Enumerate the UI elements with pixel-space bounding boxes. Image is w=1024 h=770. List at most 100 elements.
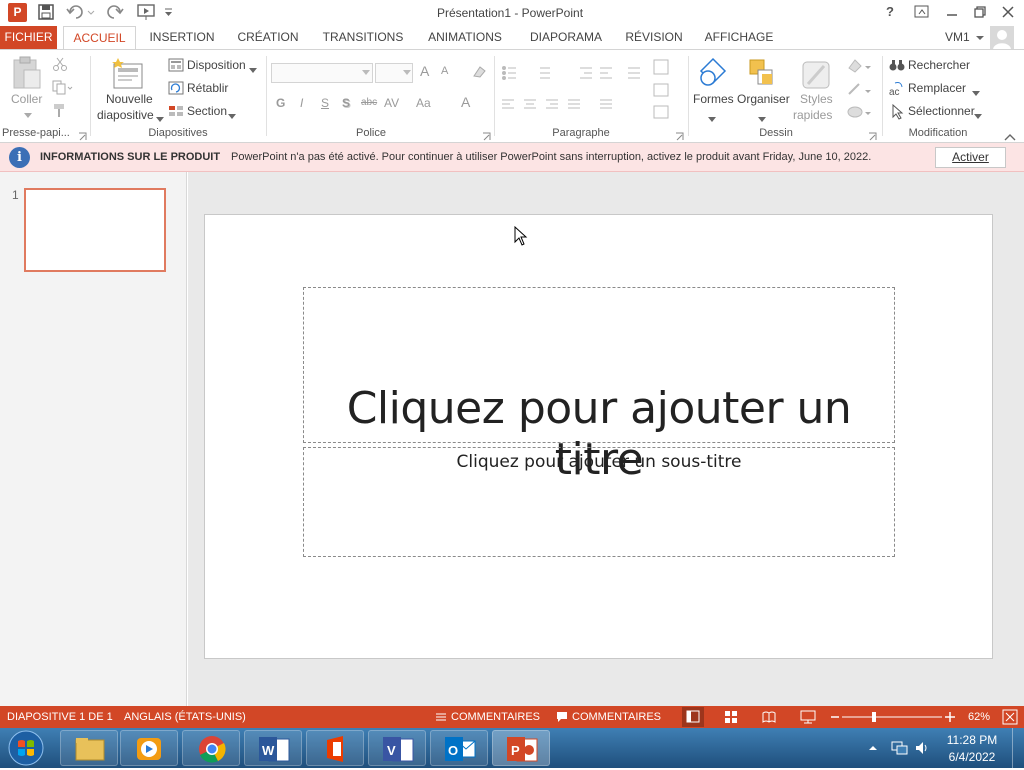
zoom-level[interactable]: 62% (968, 711, 990, 723)
explorer-taskbar-icon[interactable] (60, 730, 118, 766)
text-direction-icons[interactable] (652, 58, 676, 124)
tab-transitions[interactable]: TRANSITIONS (316, 26, 410, 50)
volume-icon[interactable] (914, 740, 930, 756)
layout-icon[interactable] (168, 58, 184, 72)
clear-formatting-icon[interactable] (470, 64, 488, 80)
zoom-in-icon[interactable] (944, 711, 956, 723)
zoom-out-icon[interactable] (830, 711, 840, 723)
title-placeholder[interactable]: Cliquez pour ajouter un titre (303, 287, 895, 485)
section-icon[interactable] (168, 104, 184, 118)
powerpoint-app-icon[interactable]: P (8, 3, 27, 22)
font-launcher-icon[interactable] (482, 130, 491, 141)
shapes-icon[interactable] (697, 56, 729, 92)
quick-styles-icon[interactable] (800, 56, 834, 92)
avatar[interactable] (990, 26, 1014, 50)
shapes-dropdown-icon[interactable] (708, 112, 716, 122)
paste-button[interactable]: Coller (11, 92, 42, 106)
slide-counter[interactable]: DIAPOSITIVE 1 DE 1 (7, 711, 113, 723)
undo-icon[interactable] (66, 3, 96, 21)
section-dropdown-icon[interactable] (228, 109, 236, 119)
reset-icon[interactable] (168, 81, 184, 95)
activate-button[interactable]: Activer (935, 147, 1006, 168)
new-slide-dropdown-icon[interactable] (156, 112, 164, 122)
ribbon-display-options-icon[interactable] (914, 5, 930, 19)
minimize-icon[interactable] (944, 5, 960, 19)
subtitle-placeholder[interactable]: Cliquez pour ajouter un sous-titre (303, 447, 895, 557)
collapse-ribbon-icon[interactable] (1004, 130, 1016, 141)
shrink-font-button[interactable]: A (441, 65, 448, 77)
paste-icon[interactable] (10, 56, 44, 92)
tab-fichier[interactable]: FICHIER (0, 26, 57, 50)
change-case-button[interactable]: Aa (416, 96, 431, 110)
italic-button[interactable]: I (300, 96, 303, 110)
show-desktop-button[interactable] (1012, 728, 1024, 768)
section-button[interactable]: Section (187, 104, 227, 118)
paste-dropdown-icon[interactable] (24, 108, 32, 118)
font-size-box[interactable] (375, 63, 413, 83)
layout-button[interactable]: Disposition (187, 58, 246, 72)
word-taskbar-icon[interactable]: W (244, 730, 302, 766)
font-color-button[interactable]: A (461, 94, 470, 110)
arrange-icon[interactable] (746, 56, 778, 92)
chrome-taskbar-icon[interactable] (182, 730, 240, 766)
office-taskbar-icon[interactable] (306, 730, 364, 766)
drawing-launcher-icon[interactable] (868, 130, 877, 141)
font-family-box[interactable] (271, 63, 373, 83)
redo-icon[interactable] (106, 3, 126, 21)
tab-accueil[interactable]: ACCUEIL (63, 26, 136, 50)
arrange-dropdown-icon[interactable] (758, 112, 766, 122)
help-button[interactable]: ? (886, 4, 900, 19)
slide-canvas[interactable]: Cliquez pour ajouter un titre Cliquez po… (204, 214, 993, 659)
layout-dropdown-icon[interactable] (249, 63, 257, 73)
replace-icon[interactable]: ac (889, 81, 905, 98)
character-spacing-button[interactable]: AV (384, 96, 399, 110)
notes-button[interactable]: COMMENTAIRES (451, 711, 540, 723)
clipboard-launcher-icon[interactable] (78, 130, 87, 141)
select-button[interactable]: Sélectionner (908, 104, 975, 118)
arrange-button[interactable]: Organiser (737, 92, 790, 106)
visio-taskbar-icon[interactable]: V (368, 730, 426, 766)
quick-styles-button-line2[interactable]: rapides (793, 108, 832, 122)
replace-button[interactable]: Remplacer (908, 81, 966, 95)
notes-icon[interactable] (435, 711, 447, 723)
format-painter-icon[interactable] (52, 102, 68, 118)
language-indicator[interactable]: ANGLAIS (ÉTATS-UNIS) (124, 711, 246, 723)
strikethrough-button[interactable]: abc (361, 97, 377, 108)
select-dropdown-icon[interactable] (974, 109, 982, 119)
restore-icon[interactable] (972, 5, 988, 19)
tab-diaporama[interactable]: DIAPORAMA (522, 26, 610, 50)
tab-insertion[interactable]: INSERTION (142, 26, 222, 50)
zoom-slider[interactable] (842, 711, 942, 723)
save-icon[interactable] (38, 4, 54, 20)
tab-animations[interactable]: ANIMATIONS (418, 26, 512, 50)
replace-dropdown-icon[interactable] (972, 86, 980, 96)
outlook-taskbar-icon[interactable]: O (430, 730, 488, 766)
new-slide-icon[interactable] (110, 56, 146, 92)
select-cursor-icon[interactable] (891, 103, 905, 120)
show-hidden-icons-icon[interactable] (868, 742, 878, 752)
shape-fill-outline-effects[interactable] (845, 56, 873, 120)
copy-icon[interactable] (52, 80, 74, 96)
tab-creation[interactable]: CRÉATION (230, 26, 306, 50)
shadow-button[interactable]: S (342, 96, 350, 110)
tab-revision[interactable]: RÉVISION (620, 26, 688, 50)
start-button-icon[interactable] (6, 730, 46, 766)
customize-toolbar-icon[interactable] (164, 6, 174, 18)
comments-icon[interactable] (556, 711, 568, 723)
find-button[interactable]: Rechercher (908, 58, 970, 72)
clock-date[interactable]: 6/4/2022 (938, 750, 1006, 764)
shapes-button[interactable]: Formes (693, 92, 734, 106)
comments-button[interactable]: COMMENTAIRES (572, 711, 661, 723)
reset-button[interactable]: Rétablir (187, 81, 228, 95)
tab-affichage[interactable]: AFFICHAGE (698, 26, 780, 50)
user-name[interactable]: VM1 (945, 30, 970, 44)
normal-view-icon[interactable] (682, 707, 704, 727)
binoculars-icon[interactable] (889, 58, 905, 72)
media-player-taskbar-icon[interactable] (120, 730, 178, 766)
quick-styles-button[interactable]: Styles (800, 92, 833, 106)
powerpoint-taskbar-icon[interactable]: P (492, 730, 550, 766)
slideshow-view-icon[interactable] (800, 710, 816, 724)
slide-thumbnail[interactable] (24, 188, 166, 272)
new-slide-button[interactable]: Nouvelle (106, 92, 153, 106)
close-icon[interactable] (1000, 5, 1016, 19)
